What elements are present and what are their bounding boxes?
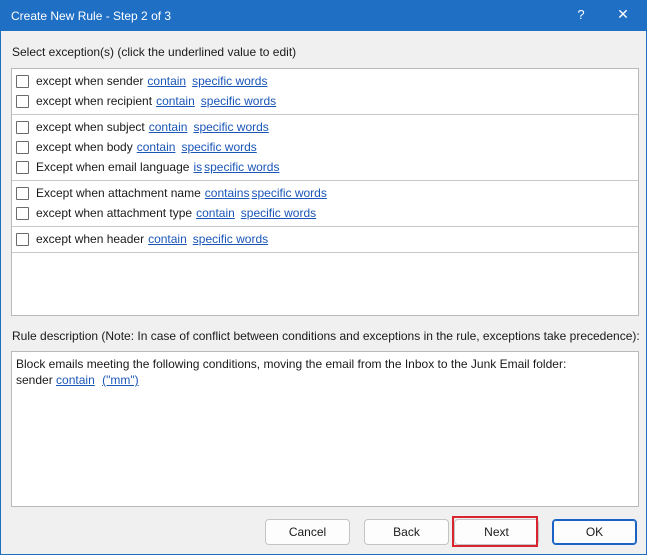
value-link[interactable]: specific words	[181, 140, 256, 154]
cancel-button[interactable]: Cancel	[265, 519, 350, 545]
value-link[interactable]: specific words	[193, 232, 268, 246]
next-button[interactable]: Next	[454, 519, 539, 545]
exception-group: Except when attachment name contains spe…	[12, 181, 638, 227]
exceptions-header: Select exception(s) (click the underline…	[12, 45, 297, 59]
exception-label: except when body	[36, 140, 133, 154]
exception-group: except when sender contain specific word…	[12, 69, 638, 115]
value-link[interactable]: specific words	[204, 160, 279, 174]
exception-label: Except when attachment name	[36, 186, 201, 200]
condition-link[interactable]: contains	[205, 186, 250, 200]
rule-description-condition: sender contain ("mm")	[16, 373, 145, 387]
exception-checkbox[interactable]	[16, 74, 29, 88]
exception-row-header[interactable]: except when header contain specific word…	[12, 229, 638, 249]
exception-row-recipient[interactable]: except when recipient contain specific w…	[12, 91, 638, 111]
condition-link[interactable]: contain	[149, 120, 188, 134]
create-new-rule-dialog: Create New Rule - Step 2 of 3 ? ✕ Select…	[0, 0, 647, 555]
exception-label: except when header	[36, 232, 145, 246]
ok-button[interactable]: OK	[552, 519, 637, 545]
condition-field-label: sender	[16, 373, 53, 387]
value-link[interactable]: specific words	[251, 186, 326, 200]
exception-checkbox[interactable]	[16, 186, 29, 200]
exception-checkbox[interactable]	[16, 94, 29, 108]
exception-row-body[interactable]: except when body contain specific words	[12, 137, 638, 157]
value-link[interactable]: specific words	[241, 206, 316, 220]
back-button[interactable]: Back	[364, 519, 449, 545]
exception-row-attachment-type[interactable]: except when attachment type contain spec…	[12, 203, 638, 223]
exception-label: except when subject	[36, 120, 145, 134]
exception-label: except when recipient	[36, 94, 153, 108]
condition-operator-link[interactable]: contain	[56, 373, 95, 387]
value-link[interactable]: specific words	[201, 94, 276, 108]
value-link[interactable]: specific words	[193, 120, 268, 134]
exception-group: except when subject contain specific wor…	[12, 115, 638, 181]
help-icon[interactable]: ?	[571, 7, 591, 22]
condition-link[interactable]: contain	[147, 74, 186, 88]
exception-label: Except when email language	[36, 160, 190, 174]
exception-group: except when header contain specific word…	[12, 227, 638, 253]
exception-row-email-language[interactable]: Except when email language is specific w…	[12, 157, 638, 177]
condition-link[interactable]: contain	[196, 206, 235, 220]
dialog-title: Create New Rule - Step 2 of 3	[11, 9, 172, 23]
condition-link[interactable]: contain	[156, 94, 195, 108]
close-icon[interactable]: ✕	[613, 6, 633, 23]
exception-row-subject[interactable]: except when subject contain specific wor…	[12, 117, 638, 137]
condition-link[interactable]: contain	[137, 140, 176, 154]
exception-checkbox[interactable]	[16, 232, 29, 246]
exception-label: except when attachment type	[36, 206, 193, 220]
rule-description-header: Rule description (Note: In case of confl…	[12, 329, 640, 343]
rule-description-line: Block emails meeting the following condi…	[16, 357, 567, 371]
exception-checkbox[interactable]	[16, 120, 29, 134]
condition-link[interactable]: is	[193, 160, 202, 174]
condition-link[interactable]: contain	[148, 232, 187, 246]
exception-checkbox[interactable]	[16, 206, 29, 220]
value-link[interactable]: specific words	[192, 74, 267, 88]
rule-description-box: Block emails meeting the following condi…	[11, 351, 639, 507]
exception-row-sender[interactable]: except when sender contain specific word…	[12, 71, 638, 91]
title-bar: Create New Rule - Step 2 of 3 ? ✕	[1, 1, 646, 31]
exception-row-attachment-name[interactable]: Except when attachment name contains spe…	[12, 183, 638, 203]
condition-value-link[interactable]: ("mm")	[102, 373, 139, 387]
exception-label: except when sender	[36, 74, 144, 88]
exceptions-list: except when sender contain specific word…	[11, 68, 639, 316]
exception-checkbox[interactable]	[16, 140, 29, 154]
exception-checkbox[interactable]	[16, 160, 29, 174]
